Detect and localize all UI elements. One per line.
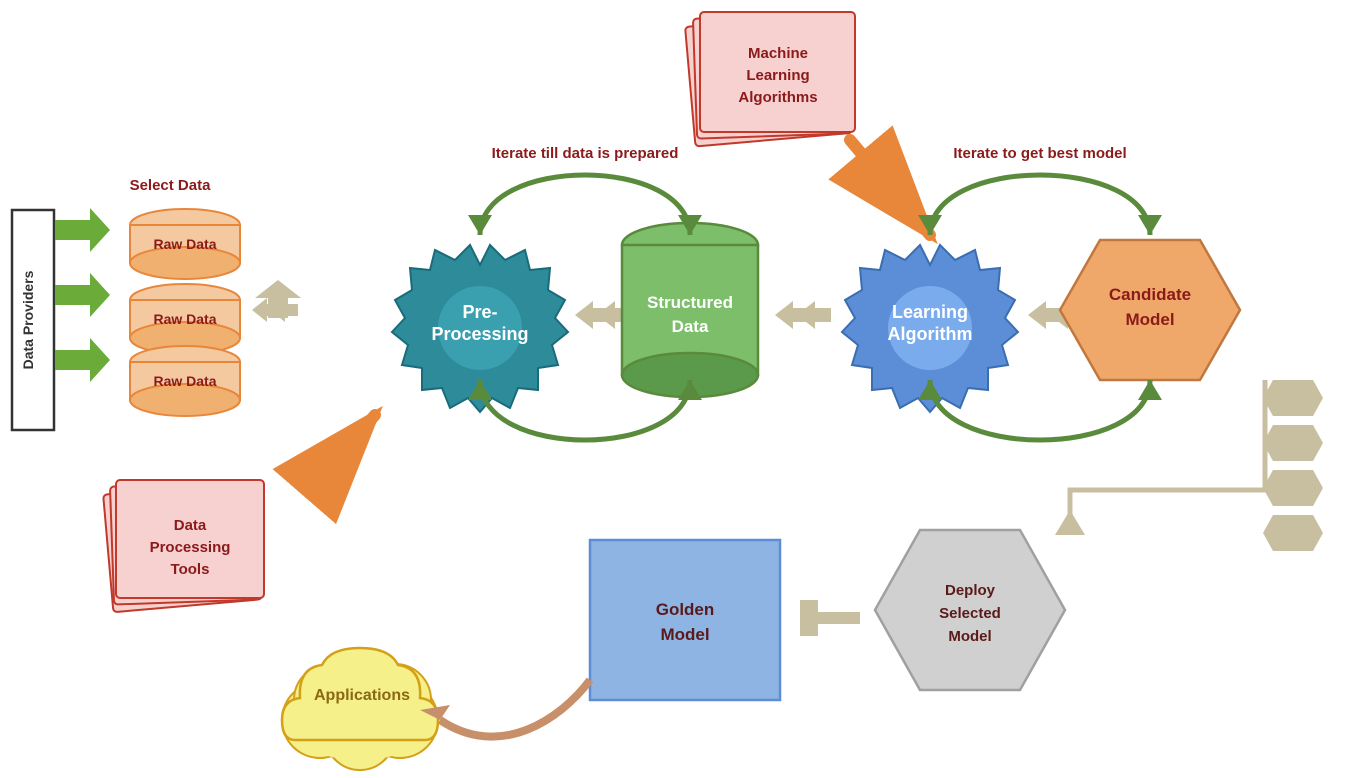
deploy-label-2: Selected <box>939 605 1001 622</box>
candidate-to-deploy-arrowhead <box>1055 510 1085 535</box>
svg-text:Algorithm: Algorithm <box>888 324 973 344</box>
raw-data-3-label: Raw Data <box>153 373 216 389</box>
golden-model-label-1: Golden <box>656 600 715 619</box>
iterate-learn-candidate-curve <box>930 175 1150 235</box>
gray-chevrons-deploy-golden <box>800 600 860 636</box>
arrow-provider-2 <box>55 273 110 317</box>
dp-tools-label-3: Tools <box>171 561 210 578</box>
svg-text:Processing: Processing <box>431 324 528 344</box>
applications-label: Applications <box>314 687 410 704</box>
arrow-provider-3 <box>55 338 110 382</box>
raw-data-1-label: Raw Data <box>153 236 216 252</box>
ml-algo-label-2: Learning <box>746 67 809 84</box>
iterate-learn-arrow-right <box>1138 215 1162 235</box>
deploy-label-1: Deploy <box>945 582 996 599</box>
dp-tools-arrow <box>310 415 375 490</box>
struct-data-label-1: Structured <box>647 293 733 312</box>
ml-algo-label-3: Algorithms <box>738 89 817 106</box>
golden-model-shape <box>590 540 780 700</box>
ml-algo-arrow <box>850 140 930 235</box>
ml-pipeline-diagram: Data Providers Raw Data Raw Data Raw Dat… <box>0 0 1365 778</box>
dp-tools-label-1: Data <box>174 517 207 534</box>
candidate-model-label-1: Candidate <box>1109 285 1191 304</box>
gray-chevrons-struct-learn <box>775 301 831 329</box>
down-chevrons <box>1263 380 1323 551</box>
struct-data-label-2: Data <box>672 317 709 336</box>
data-providers-label: Data Providers <box>20 270 36 369</box>
svg-text:Pre-: Pre- <box>462 302 497 322</box>
iterate-learn-label: Iterate to get best model <box>953 145 1126 162</box>
iterate-arrow-left <box>468 215 492 235</box>
arrow-provider-1 <box>55 208 110 252</box>
candidate-to-deploy-line <box>1070 380 1265 535</box>
golden-model-label-2: Model <box>660 625 709 644</box>
iterate-learn-bottom-arrow2 <box>1138 380 1162 400</box>
ml-algo-label-1: Machine <box>748 45 808 62</box>
dp-tools-label-2: Processing <box>150 539 231 556</box>
svg-text:Learning: Learning <box>892 302 968 322</box>
raw-data-2-label: Raw Data <box>153 311 216 327</box>
applications-cloud: Applications <box>282 648 438 770</box>
iterate-pre-label: Iterate till data is prepared <box>492 145 679 162</box>
select-data-label: Select Data <box>130 177 212 194</box>
applications-to-golden-arrow <box>440 680 590 737</box>
deploy-label-3: Model <box>948 628 991 645</box>
candidate-model-label-2: Model <box>1125 310 1174 329</box>
